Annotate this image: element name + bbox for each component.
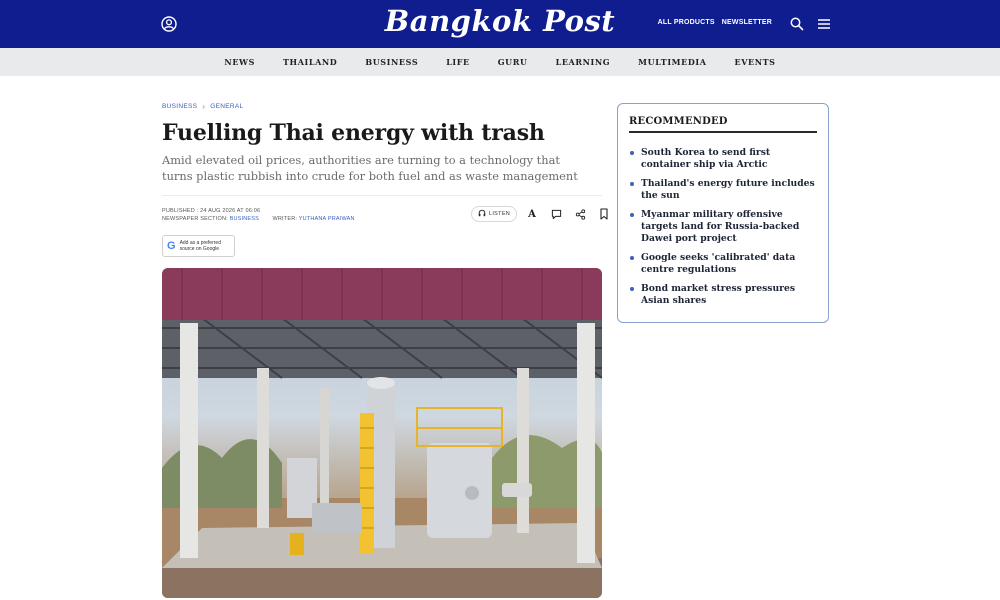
writer-label: WRITER: xyxy=(272,216,298,222)
chevron-right-icon: › xyxy=(202,102,206,111)
google-preferred-source-button[interactable]: G Add as a preferred source on Google xyxy=(162,235,235,257)
font-size-button[interactable]: A xyxy=(523,206,541,222)
recommended-item[interactable]: South Korea to send first container ship… xyxy=(629,147,817,171)
recommended-item[interactable]: Bond market stress pressures Asian share… xyxy=(629,283,817,307)
nav-item-life[interactable]: LIFE xyxy=(446,57,470,67)
article-meta: PUBLISHED : 24 AUG 2026 AT 06:06 NEWSPAP… xyxy=(162,207,355,223)
recommended-divider xyxy=(629,131,817,133)
recommended-list: South Korea to send first container ship… xyxy=(629,147,817,314)
nav-item-thailand[interactable]: THAILAND xyxy=(283,57,337,67)
article-actions: LISTEN A xyxy=(471,206,613,222)
recommended-title: RECOMMENDED xyxy=(629,116,728,127)
top-bar: Bangkok Post ALL PRODUCTS NEWSLETTER xyxy=(0,0,1000,48)
breadcrumb-business[interactable]: BUSINESS xyxy=(162,103,197,110)
google-badge-line2: source on Google xyxy=(179,246,220,252)
menu-icon[interactable] xyxy=(816,16,832,32)
nav-item-business[interactable]: BUSINESS xyxy=(365,57,418,67)
nav-item-guru[interactable]: GURU xyxy=(498,57,528,67)
bookmark-icon[interactable] xyxy=(595,206,613,222)
published-date: PUBLISHED : 24 AUG 2026 AT 06:06 xyxy=(162,208,261,214)
divider xyxy=(162,195,602,196)
nav-item-events[interactable]: EVENTS xyxy=(735,57,776,67)
google-icon: G xyxy=(167,240,176,252)
search-icon[interactable] xyxy=(789,16,805,32)
main-nav: NEWS THAILAND BUSINESS LIFE GURU LEARNIN… xyxy=(0,48,1000,76)
writer-link[interactable]: YUTHANA PRAIWAN xyxy=(299,216,355,222)
recommended-box: RECOMMENDED South Korea to send first co… xyxy=(617,103,829,323)
breadcrumb-general[interactable]: GENERAL xyxy=(210,103,243,110)
article-deck: Amid elevated oil prices, authorities ar… xyxy=(162,153,578,183)
site-logo[interactable]: Bangkok Post xyxy=(0,4,1000,38)
nav-item-learning[interactable]: LEARNING xyxy=(556,57,611,67)
comment-icon[interactable] xyxy=(547,206,565,222)
listen-button[interactable]: LISTEN xyxy=(471,206,518,222)
share-icon[interactable] xyxy=(571,206,589,222)
breadcrumb: BUSINESS › GENERAL xyxy=(162,102,243,111)
section-link[interactable]: BUSINESS xyxy=(230,216,259,222)
headphones-icon xyxy=(478,209,486,219)
recommended-item[interactable]: Thailand's energy future includes the su… xyxy=(629,178,817,202)
all-products-link[interactable]: ALL PRODUCTS xyxy=(658,19,715,26)
nav-item-news[interactable]: NEWS xyxy=(224,57,255,67)
section-label: NEWSPAPER SECTION: xyxy=(162,216,228,222)
article-headline: Fuelling Thai energy with trash xyxy=(162,120,545,146)
article-photo xyxy=(162,268,602,598)
newsletter-link[interactable]: NEWSLETTER xyxy=(722,19,772,26)
nav-item-multimedia[interactable]: MULTIMEDIA xyxy=(638,57,706,67)
recommended-item[interactable]: Myanmar military offensive targets land … xyxy=(629,209,817,245)
listen-label: LISTEN xyxy=(489,211,511,217)
recommended-item[interactable]: Google seeks 'calibrated' data centre re… xyxy=(629,252,817,276)
